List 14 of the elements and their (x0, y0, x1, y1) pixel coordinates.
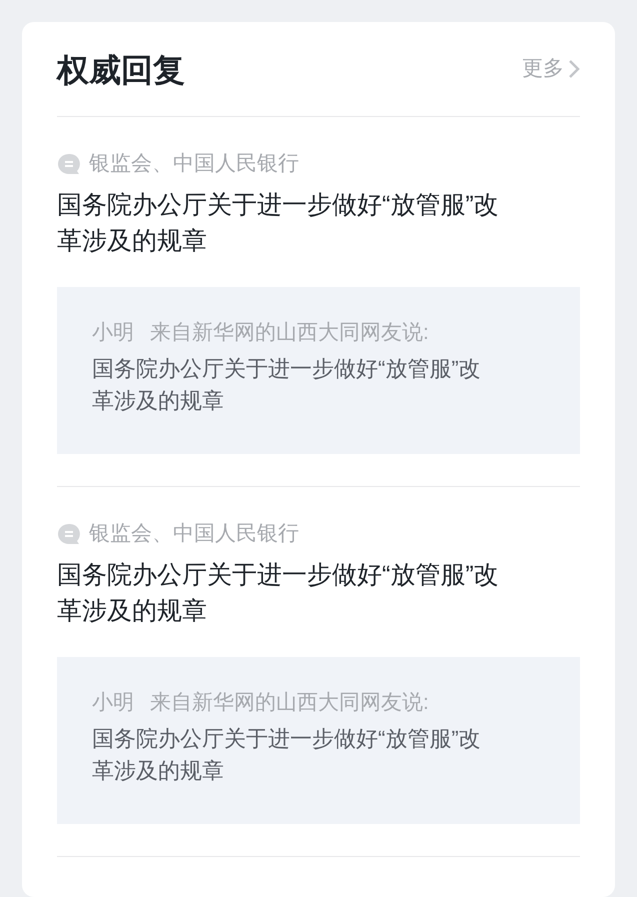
origin-label: 来自新华网的山西大同网友说: (150, 690, 429, 716)
quote-text: 国务院办公厅关于进一步做好“放管服”改革涉及的规章 (92, 725, 482, 785)
user-name: 小明 (92, 320, 134, 346)
reply-title[interactable]: 国务院办公厅关于进一步做好“放管服”改革涉及的规章 (57, 187, 517, 259)
source-label: 银监会、中国人民银行 (89, 151, 299, 178)
comment-icon (57, 153, 81, 175)
reply-title[interactable]: 国务院办公厅关于进一步做好“放管服”改革涉及的规章 (57, 557, 517, 629)
source-label: 银监会、中国人民银行 (89, 521, 299, 548)
comment-icon (57, 523, 81, 545)
chevron-right-icon (568, 59, 580, 79)
section-title: 权威回复 (57, 51, 185, 90)
origin-label: 来自新华网的山西大同网友说: (150, 320, 429, 346)
quote-text: 国务院办公厅关于进一步做好“放管服”改革涉及的规章 (92, 355, 482, 415)
user-name: 小明 (92, 690, 134, 716)
